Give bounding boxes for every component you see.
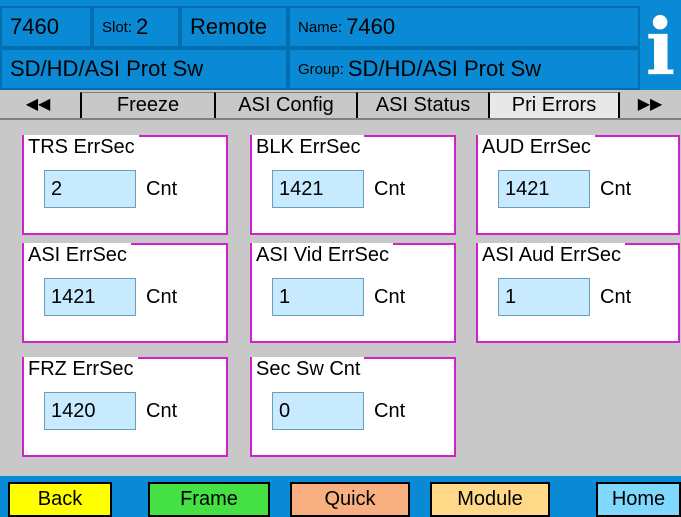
quick-button-label: Quick <box>324 488 376 510</box>
value-field: 1421 <box>272 170 364 208</box>
name-label: Name: <box>298 18 343 36</box>
panel-trs-errsec: TRS ErrSec 2 Cnt <box>22 135 228 235</box>
back-button[interactable]: Back <box>8 482 112 517</box>
unit-label: Cnt <box>600 178 632 200</box>
group-value: SD/HD/ASI Prot Sw <box>347 56 542 81</box>
unit-label: Cnt <box>600 286 632 308</box>
mode-cell: Remote <box>180 6 288 48</box>
card-type-label: SD/HD/ASI Prot Sw <box>10 56 204 81</box>
slot-value: 2 <box>136 14 149 39</box>
group-cell: Group: SD/HD/ASI Prot Sw <box>288 48 640 90</box>
unit-label: Cnt <box>374 400 406 422</box>
value-field: 1 <box>498 278 590 316</box>
quick-button[interactable]: Quick <box>290 482 410 517</box>
back-button-label: Back <box>37 488 83 510</box>
panel-title: ASI Vid ErrSec <box>252 243 394 267</box>
panel-blk-errsec: BLK ErrSec 1421 Cnt <box>250 135 456 235</box>
tab-label: ASI Status <box>375 94 471 116</box>
tab-bar: ◀◀ Freeze ASI Config ASI Status Pri Erro… <box>0 90 681 120</box>
unit-label: Cnt <box>146 286 178 308</box>
model-cell: 7460 <box>0 6 92 48</box>
value-field: 1 <box>272 278 364 316</box>
panel-sec-sw-cnt: Sec Sw Cnt 0 Cnt <box>250 357 456 457</box>
slot-label: Slot: <box>102 18 133 36</box>
value-field: 1420 <box>44 392 136 430</box>
card-type-cell: SD/HD/ASI Prot Sw <box>0 48 288 90</box>
info-icon[interactable]: i <box>640 6 681 90</box>
value-field: 2 <box>44 170 136 208</box>
panel-title: ASI Aud ErrSec <box>478 243 625 267</box>
tab-prev-icon[interactable]: ◀◀ <box>16 93 60 115</box>
panel-asi-vid-errsec: ASI Vid ErrSec 1 Cnt <box>250 243 456 343</box>
header-bar: 7460 Slot: 2 Remote Name: 7460 SD/HD/ASI… <box>0 0 681 90</box>
tab-pri-errors[interactable]: Pri Errors <box>488 92 620 118</box>
panel-aud-errsec: AUD ErrSec 1421 Cnt <box>476 135 680 235</box>
panel-asi-aud-errsec: ASI Aud ErrSec 1 Cnt <box>476 243 680 343</box>
unit-label: Cnt <box>374 178 406 200</box>
model-label: 7460 <box>10 14 59 39</box>
unit-label: Cnt <box>146 400 178 422</box>
panel-title: Sec Sw Cnt <box>252 357 365 381</box>
tab-next-icon[interactable]: ▶▶ <box>628 93 672 115</box>
panel-asi-errsec: ASI ErrSec 1421 Cnt <box>22 243 228 343</box>
tab-label: Pri Errors <box>511 94 597 116</box>
panel-title: TRS ErrSec <box>24 135 139 159</box>
frame-button[interactable]: Frame <box>148 482 270 517</box>
name-cell: Name: 7460 <box>288 6 640 48</box>
slot-cell: Slot: 2 <box>92 6 180 48</box>
tab-label: Freeze <box>116 94 180 116</box>
value-field: 1421 <box>498 170 590 208</box>
unit-label: Cnt <box>374 286 406 308</box>
name-value: 7460 <box>346 14 396 39</box>
module-button[interactable]: Module <box>430 482 550 517</box>
group-label: Group: <box>298 60 344 78</box>
unit-label: Cnt <box>146 178 178 200</box>
panel-title: BLK ErrSec <box>252 135 365 159</box>
value-field: 0 <box>272 392 364 430</box>
home-button-label: Home <box>611 488 666 510</box>
tab-freeze[interactable]: Freeze <box>80 92 214 118</box>
tab-label: ASI Config <box>238 94 334 116</box>
mode-label: Remote <box>190 14 268 39</box>
bottom-nav-bar: Back Frame Quick Module Home <box>0 476 681 517</box>
panel-title: AUD ErrSec <box>478 135 595 159</box>
frame-button-label: Frame <box>180 488 238 510</box>
home-button[interactable]: Home <box>596 482 681 517</box>
tab-asi-status[interactable]: ASI Status <box>356 92 488 118</box>
tab-asi-config[interactable]: ASI Config <box>214 92 356 118</box>
panel-title: ASI ErrSec <box>24 243 131 267</box>
module-button-label: Module <box>457 488 523 510</box>
value-field: 1421 <box>44 278 136 316</box>
panel-frz-errsec: FRZ ErrSec 1420 Cnt <box>22 357 228 457</box>
panel-title: FRZ ErrSec <box>24 357 138 381</box>
